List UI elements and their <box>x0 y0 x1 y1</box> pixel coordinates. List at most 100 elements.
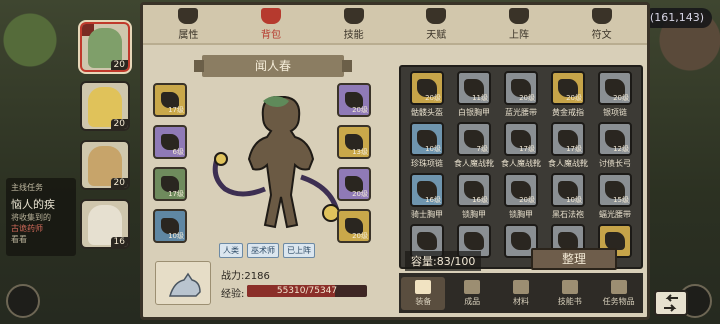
tab-label: 属性 <box>178 29 199 41</box>
item-level: 20级 <box>519 94 535 102</box>
item-name: 食人魔战靴 <box>501 159 541 168</box>
equip-level: 17级 <box>168 190 184 198</box>
deployed-badge: 已上阵 <box>283 243 315 258</box>
tab-label: 技能书 <box>557 296 582 306</box>
equip-level: 6级 <box>172 148 184 156</box>
quest-line: 古诡药师 <box>11 224 43 233</box>
tab-label: 符文 <box>591 29 612 41</box>
hero-tabs: 属性 背包 技能 天赋 上阵 符文 <box>143 5 647 45</box>
inventory-item[interactable]: 11级白银胸甲 <box>452 71 496 118</box>
item-slot: 16级 <box>457 173 491 207</box>
gear-item-icon <box>511 232 531 250</box>
item-level: 10级 <box>566 196 582 204</box>
equip-level: 20级 <box>352 190 368 198</box>
inventory-item[interactable]: 20级骷髅头盔 <box>405 71 449 118</box>
equip-slot[interactable]: 20级 <box>337 209 371 243</box>
tab-label: 装备 <box>415 296 432 306</box>
team-roster: 20 20 20 16 <box>80 22 132 258</box>
item-level: 10级 <box>425 145 441 153</box>
hero-panel: 属性 背包 技能 天赋 上阵 符文 闻人春 17级 6级 17级 10级 20级… <box>140 2 650 320</box>
tab-attributes[interactable]: 属性 <box>160 6 216 42</box>
team-hero-card[interactable]: 20 <box>80 22 130 72</box>
return-button[interactable] <box>654 290 688 316</box>
eye-icon <box>426 7 447 24</box>
book-icon <box>343 7 364 24</box>
inventory-panel: 20级 骷髅头盔 11级 白银胸甲 20级 蓝光腰带 20级 黄金戒指 20级 银项链 10级 珍珠项… <box>399 65 643 269</box>
return-arrow-icon <box>664 294 678 312</box>
inventory-item[interactable]: 16级骑士胸甲 <box>405 173 449 220</box>
item-slot: 20级 <box>504 71 538 105</box>
tab-label: 成品 <box>464 296 481 306</box>
item-level: 15级 <box>613 196 629 204</box>
inventory-item[interactable]: 20级 锁胸甲 <box>499 173 543 220</box>
pet-slot[interactable] <box>155 261 211 305</box>
item-slot: 16级 <box>410 173 444 207</box>
inventory-item[interactable]: 16级 锁胸甲 <box>452 173 496 220</box>
tab-quest-items[interactable]: 任务物品 <box>597 279 641 307</box>
tab-equipment[interactable]: 装备 <box>401 276 446 310</box>
inventory-item[interactable]: 10级 珍珠项链 <box>405 122 449 169</box>
exp-value: 55310/75347 <box>276 286 338 296</box>
sort-button[interactable]: 整理 <box>531 248 617 270</box>
team-hero-card[interactable]: 20 <box>80 140 130 190</box>
joystick-button[interactable] <box>6 284 40 318</box>
item-name: 骑士胸甲 <box>411 210 443 219</box>
item-slot: 12级 <box>598 122 632 156</box>
inventory-item[interactable]: 15级蝠光腰带 <box>593 173 637 220</box>
inventory-item[interactable]: 10级黑石法袍 <box>546 173 590 220</box>
equip-slot[interactable]: 6级 <box>153 125 187 159</box>
tab-skill-books[interactable]: 技能书 <box>548 279 592 307</box>
tab-runes[interactable]: 符文 <box>574 6 630 42</box>
item-slot: 15级 <box>598 173 632 207</box>
item-level: 16级 <box>425 196 441 204</box>
hero-level: 20 <box>110 178 128 188</box>
inventory-item[interactable]: 20级 蓝光腰带 <box>499 71 543 118</box>
inventory-category-tabs: 装备 成品 材料 技能书 任务物品 <box>399 273 643 313</box>
inventory-item[interactable]: 17级 食人魔战靴 <box>546 122 590 169</box>
equip-slot[interactable]: 20级 <box>337 83 371 117</box>
class-badge: 巫术师 <box>247 243 279 258</box>
item-name: 白银胸甲 <box>458 108 490 117</box>
tab-skills[interactable]: 技能 <box>326 6 382 42</box>
backpack-icon <box>260 7 281 24</box>
exp-bar: 55310/75347 <box>247 285 367 297</box>
exp-label: 经验: <box>221 289 245 300</box>
item-slot: 10级 <box>551 173 585 207</box>
equip-slot[interactable]: 17级 <box>153 167 187 201</box>
inventory-item[interactable]: 20级 银项链 <box>593 71 637 118</box>
hero-name: 闻人春 <box>194 55 352 77</box>
power-value: 2186 <box>244 271 270 282</box>
item-slot: 20级 <box>598 71 632 105</box>
equip-slot[interactable]: 17级 <box>153 83 187 117</box>
inventory-item[interactable]: 7级 食人魔战靴 <box>452 122 496 169</box>
equip-level: 13级 <box>352 148 368 156</box>
inventory-item[interactable]: 12级 讨债长弓 <box>593 122 637 169</box>
equip-slot[interactable]: 13级 <box>337 125 371 159</box>
tab-deploy[interactable]: 上阵 <box>491 6 547 42</box>
inventory-item[interactable]: 17级食人魔战靴 <box>499 122 543 169</box>
quest-title: 恼人的疾 <box>11 198 55 211</box>
tab-talents[interactable]: 天赋 <box>408 6 464 42</box>
tab-materials[interactable]: 材料 <box>499 279 543 307</box>
inventory-item[interactable]: 20级 黄金戒指 <box>546 71 590 118</box>
tab-backpack[interactable]: 背包 <box>243 6 299 42</box>
material-icon <box>512 279 529 294</box>
item-name: 锁胸甲 <box>509 210 533 219</box>
equip-slot[interactable]: 20级 <box>337 167 371 201</box>
capacity-label: 容量: <box>411 255 437 268</box>
gear-item-icon <box>464 232 484 250</box>
item-slot: 20级 <box>410 71 444 105</box>
hero-level: 16 <box>110 237 128 247</box>
item-name: 骷髅头盔 <box>411 108 443 117</box>
quest-tracker[interactable]: 主线任务 恼人的疾 将收集到的 古诡药师 看看 <box>6 178 76 256</box>
item-level: 11级 <box>472 94 488 102</box>
hammer-icon <box>415 279 432 294</box>
rune-icon <box>591 7 612 24</box>
item-slot: 17级 <box>504 122 538 156</box>
team-hero-card[interactable]: 20 <box>80 81 130 131</box>
tab-products[interactable]: 成品 <box>450 279 494 307</box>
item-name: 蝠光腰带 <box>599 210 631 219</box>
equip-slot[interactable]: 10级 <box>153 209 187 243</box>
team-hero-card[interactable]: 16 <box>80 199 130 249</box>
item-name: 黑石法袍 <box>552 210 584 219</box>
